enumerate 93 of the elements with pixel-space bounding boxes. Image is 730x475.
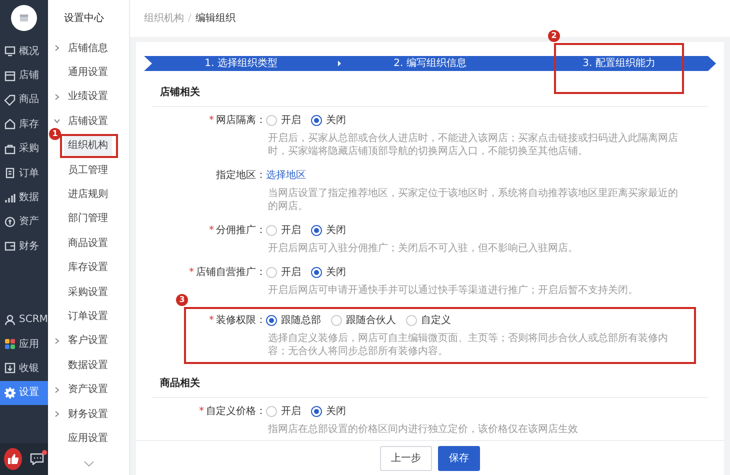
radio-option[interactable]: 跟随总部 xyxy=(266,313,321,328)
radio-option[interactable]: 关闭 xyxy=(311,223,346,238)
hint-text: 开启后网店可申请开通快手并可以通过快手等渠道进行推广；开启后暂不支持关闭。 xyxy=(268,284,639,297)
nav-item[interactable]: 收银 xyxy=(0,356,48,381)
radio-option[interactable]: 开启 xyxy=(266,265,301,280)
radio-option[interactable]: 关闭 xyxy=(311,265,346,280)
chevron-right-icon xyxy=(54,94,60,100)
nav-item[interactable]: 数据 xyxy=(0,185,48,210)
breadcrumb-item: 编辑组织 xyxy=(195,12,236,26)
callout-badge: 1 xyxy=(49,128,61,140)
required-mark: * xyxy=(209,225,214,236)
nav-item[interactable]: 设置 xyxy=(0,380,48,405)
nav-item[interactable]: 店铺 xyxy=(0,63,48,88)
nav-item[interactable]: 资产 xyxy=(0,210,48,234)
required-mark: * xyxy=(209,315,214,326)
field-label: 指定地区： xyxy=(216,170,266,181)
tag-icon xyxy=(4,94,16,106)
basket-icon xyxy=(4,142,16,155)
radio-option[interactable]: 开启 xyxy=(266,113,301,128)
nav-item[interactable]: SCRM xyxy=(0,307,48,332)
menu-item[interactable]: 进店规则 xyxy=(64,184,112,206)
menu-item[interactable]: 部门管理 xyxy=(64,208,112,230)
wallet-icon xyxy=(4,240,16,252)
radio-option[interactable]: 开启 xyxy=(266,404,301,419)
select-region-link[interactable]: 选择地区 xyxy=(266,168,306,183)
menu-item[interactable]: 数据设置 xyxy=(64,354,112,376)
house-icon xyxy=(4,118,16,130)
chevron-right-icon xyxy=(54,411,60,418)
nav-item[interactable]: 采购 xyxy=(0,136,48,161)
field-label: 装修权限： xyxy=(216,315,266,326)
menu-item[interactable]: 员工管理 xyxy=(64,160,112,181)
radio-option[interactable]: 关闭 xyxy=(311,113,346,128)
menu-title: 设置中心 xyxy=(63,12,105,26)
menu-item[interactable]: 应用设置 xyxy=(64,428,112,449)
menu-item[interactable]: 采购设置 xyxy=(64,282,112,303)
nav-item[interactable]: 订单 xyxy=(0,160,48,186)
menu-item[interactable]: 通用设置 xyxy=(64,62,112,84)
menu-item[interactable]: 店铺设置 xyxy=(64,110,112,132)
bar-chart-icon xyxy=(4,192,16,204)
hint-text: 当网店设置了指定推荐地区，买家定位于该地区时，系统将自动推荐该地区里距离买家最近的的网店。 xyxy=(268,187,679,213)
nav-item[interactable]: 应用 xyxy=(0,332,48,356)
menu-item[interactable]: 客户设置 xyxy=(64,330,112,352)
menu-item[interactable]: 财务设置 xyxy=(64,404,112,425)
chevron-right-icon xyxy=(54,45,60,52)
breadcrumb-separator: / xyxy=(188,12,192,26)
hint-text: 选择自定义装修后，网店可自主编辑微页面、主页等；否则将同步合伙人或总部所有装修内容；无合伙人将同步总部所有装修内容。 xyxy=(268,332,669,358)
register-icon xyxy=(4,362,16,374)
menu-item[interactable]: 库存设置 xyxy=(64,257,112,278)
back-button[interactable]: 上一步 xyxy=(380,446,432,470)
nav-item[interactable]: 库存 xyxy=(0,112,48,137)
menu-item[interactable]: 组织机构 xyxy=(64,135,112,156)
hint-text: 开启后，买家从总部或合伙人进店时，不能进入该网店；买家点击链接或扫码进入此隔离网店时，买家端将隐藏店铺顶部导航的切换网店入口，不能切换至其他店铺。 xyxy=(268,132,679,158)
step: 1. 选择组织类型 xyxy=(144,56,338,71)
hint-text: 指网店在总部设置的价格区间内进行独立定价，该价格仅在该网店生效 xyxy=(268,423,579,436)
menu-item[interactable]: 商品设置 xyxy=(64,232,112,254)
required-mark: * xyxy=(189,267,194,278)
highlight-frame xyxy=(60,134,118,158)
menu-item[interactable]: 业绩设置 xyxy=(64,86,112,108)
callout-badge: 3 xyxy=(176,294,188,306)
logo[interactable] xyxy=(11,5,37,31)
menu-item[interactable]: 店铺信息 xyxy=(64,38,112,59)
store-icon xyxy=(4,70,16,82)
field-label: 店铺自营推广： xyxy=(196,267,266,278)
apps-icon xyxy=(4,338,16,350)
menu-item[interactable]: 订单设置 xyxy=(64,306,112,327)
radio-option[interactable]: 关闭 xyxy=(311,404,346,419)
settings-icon xyxy=(4,386,16,399)
thumbs-up-icon[interactable] xyxy=(4,448,22,470)
nav-item[interactable]: 财务 xyxy=(0,234,48,259)
chevron-right-icon xyxy=(54,386,60,393)
radio-option[interactable]: 跟随合伙人 xyxy=(331,313,396,328)
section-title: 商品相关 xyxy=(152,362,708,398)
monitor-icon xyxy=(4,45,16,58)
chevron-down-icon xyxy=(54,118,60,124)
chat-icon[interactable] xyxy=(30,453,44,465)
save-button[interactable]: 保存 xyxy=(438,446,480,470)
required-mark: * xyxy=(199,406,204,417)
callout-badge: 2 xyxy=(548,30,560,42)
field-label: 分佣推广： xyxy=(216,225,266,236)
person-icon xyxy=(4,314,16,326)
nav-item[interactable]: 概况 xyxy=(0,39,48,64)
hint-text: 开启后网店可入驻分佣推广；关闭后不可入驻，但不影响已入驻网店。 xyxy=(268,242,579,255)
section-title: 店铺相关 xyxy=(152,71,708,107)
required-mark: * xyxy=(209,115,214,126)
menu-item[interactable]: 资产设置 xyxy=(64,379,112,400)
field-label: 自定义价格： xyxy=(206,406,266,417)
radio-option[interactable]: 自定义 xyxy=(406,313,451,328)
coin-icon xyxy=(4,216,16,228)
radio-option[interactable]: 开启 xyxy=(266,223,301,238)
field-label: 网店隔离： xyxy=(216,115,266,126)
chevron-right-icon xyxy=(54,338,60,344)
document-icon xyxy=(4,167,16,180)
nav-item[interactable]: 商品 xyxy=(0,88,48,112)
